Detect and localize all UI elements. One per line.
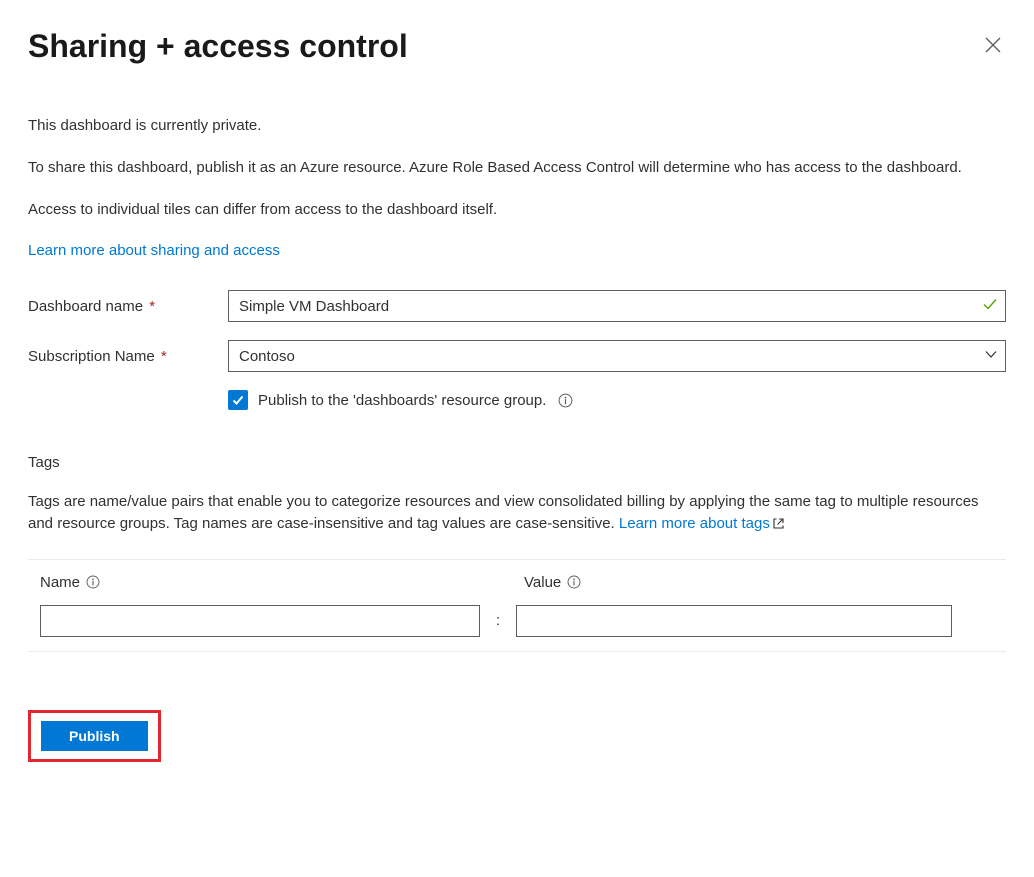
close-icon xyxy=(984,36,1002,54)
tag-name-input[interactable] xyxy=(40,605,480,637)
external-link-icon xyxy=(770,515,785,532)
learn-more-sharing-link[interactable]: Learn more about sharing and access xyxy=(28,242,280,259)
subscription-name-label: Subscription Name * xyxy=(28,348,228,365)
tags-heading: Tags xyxy=(28,454,1006,471)
tile-note: Access to individual tiles can differ fr… xyxy=(28,199,1006,221)
dashboard-name-label: Dashboard name * xyxy=(28,298,228,315)
info-icon[interactable] xyxy=(567,575,581,589)
tag-name-header: Name xyxy=(40,574,480,591)
tag-value-input[interactable] xyxy=(516,605,952,637)
tags-table: Name Value : xyxy=(28,559,1006,652)
checkmark-white-icon xyxy=(231,393,245,407)
close-button[interactable] xyxy=(980,32,1006,58)
publish-checkbox-label: Publish to the 'dashboards' resource gro… xyxy=(258,392,546,409)
publish-highlight-frame: Publish xyxy=(28,710,161,762)
info-icon[interactable] xyxy=(86,575,100,589)
page-title: Sharing + access control xyxy=(28,28,408,65)
publish-button[interactable]: Publish xyxy=(41,721,148,751)
private-note: This dashboard is currently private. xyxy=(28,115,1006,137)
publish-resource-group-checkbox[interactable] xyxy=(228,390,248,410)
share-note: To share this dashboard, publish it as a… xyxy=(28,157,1006,179)
learn-more-tags-link[interactable]: Learn more about tags xyxy=(619,515,785,532)
info-icon[interactable] xyxy=(558,393,573,408)
tags-description: Tags are name/value pairs that enable yo… xyxy=(28,491,1006,535)
subscription-select[interactable]: Contoso xyxy=(228,340,1006,372)
tag-row: : xyxy=(28,605,1006,637)
dashboard-name-input[interactable] xyxy=(228,290,1006,322)
tag-value-header: Value xyxy=(524,574,964,591)
tag-separator: : xyxy=(492,612,504,629)
